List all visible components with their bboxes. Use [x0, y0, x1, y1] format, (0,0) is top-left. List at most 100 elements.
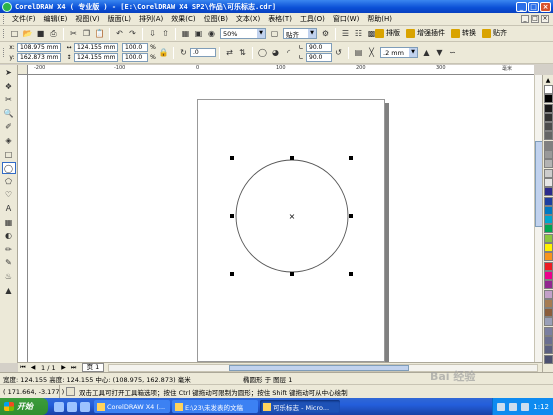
color-swatch[interactable] — [543, 280, 553, 290]
selection-handle[interactable] — [349, 156, 353, 160]
color-swatch[interactable] — [543, 205, 553, 215]
undo-icon[interactable]: ↶ — [114, 28, 125, 39]
menu-arrange[interactable]: 排列(A) — [135, 14, 167, 24]
convert-button[interactable]: 转换 — [448, 28, 479, 38]
app-launcher-icon[interactable]: ▦ — [180, 28, 191, 39]
pie-mode-icon[interactable]: ◕ — [270, 47, 281, 58]
end-angle-field[interactable]: 90.0 — [306, 53, 332, 62]
direction-icon[interactable]: ↺ — [333, 47, 344, 58]
color-swatch[interactable] — [543, 177, 553, 187]
property-bar-grip[interactable] — [3, 48, 6, 57]
last-page-icon[interactable]: ⏭ — [70, 364, 78, 372]
color-swatch[interactable] — [543, 336, 553, 346]
menu-help[interactable]: 帮助(H) — [363, 14, 396, 24]
ellipse-mode-icon[interactable]: ◯ — [257, 47, 268, 58]
selection-handle[interactable] — [290, 272, 294, 276]
scale-y-field[interactable]: 100.0 — [122, 53, 148, 62]
menu-layout[interactable]: 版面(L) — [104, 14, 135, 24]
drawing-canvas[interactable]: × — [28, 75, 534, 362]
mirror-horizontal-icon[interactable]: ⇄ — [224, 47, 235, 58]
welcome-icon[interactable]: ▣ — [193, 28, 204, 39]
color-swatch[interactable] — [543, 289, 553, 299]
taskbar-item-coreldraw[interactable]: CorelDRAW X4 (... — [94, 400, 170, 413]
clock[interactable]: 1:12 — [533, 403, 549, 411]
full-screen-icon[interactable]: ▢ — [269, 28, 280, 39]
interactive-blend-tool-icon[interactable]: ◐ — [2, 230, 16, 242]
start-angle-field[interactable]: 90.0 — [306, 43, 332, 52]
input-method-icon[interactable] — [521, 402, 530, 411]
snap-button[interactable]: 贴齐 — [479, 28, 510, 38]
horizontal-ruler[interactable]: -200 -100 0 100 200 300 毫米 — [28, 65, 534, 75]
outline-width-select[interactable]: .2 mm ▼ — [380, 47, 418, 58]
first-page-icon[interactable]: ⏮ — [19, 364, 27, 372]
new-icon[interactable]: □ — [9, 28, 20, 39]
color-swatch[interactable] — [543, 122, 553, 132]
wrap-text-icon[interactable]: ▤ — [353, 47, 364, 58]
color-swatch[interactable] — [543, 140, 553, 150]
enhance-plugin-button[interactable]: 增强插件 — [403, 28, 448, 38]
center-mark[interactable]: × — [289, 212, 296, 221]
selection-handle[interactable] — [349, 214, 353, 218]
paste-icon[interactable]: 📋 — [94, 28, 105, 39]
selection-handle[interactable] — [230, 156, 234, 160]
page-tab-1[interactable]: 页 1 — [81, 363, 105, 372]
selection-handle[interactable] — [349, 272, 353, 276]
print-icon[interactable]: ⎙ — [48, 28, 59, 39]
previous-page-icon[interactable]: ◀ — [29, 364, 37, 372]
interactive-fill-tool-icon[interactable]: ▲ — [2, 285, 16, 297]
width-field[interactable]: 124.155 mm — [74, 43, 118, 52]
color-swatch[interactable] — [543, 298, 553, 308]
color-swatch[interactable] — [543, 252, 553, 262]
selection-handle[interactable] — [230, 272, 234, 276]
menu-tools[interactable]: 工具(O) — [296, 14, 329, 24]
copy-icon[interactable]: ❐ — [81, 28, 92, 39]
to-front-icon[interactable]: ▲ — [421, 47, 432, 58]
horizontal-scroll-thumb[interactable] — [229, 364, 410, 371]
eyedropper-tool-icon[interactable]: ✏ — [2, 244, 16, 256]
table-tool-icon[interactable]: ▦ — [2, 217, 16, 229]
corel-online-icon[interactable]: ◉ — [206, 28, 217, 39]
color-swatch[interactable] — [543, 215, 553, 225]
color-swatch[interactable] — [543, 270, 553, 280]
palette-up-arrow-icon[interactable]: ▲ — [546, 77, 551, 85]
y-position-field[interactable]: 162.873 mm — [17, 53, 61, 62]
x-position-field[interactable]: 108.975 mm — [17, 43, 61, 52]
rectangle-tool-icon[interactable]: □ — [2, 149, 16, 161]
redo-icon[interactable]: ↷ — [127, 28, 138, 39]
basic-shapes-tool-icon[interactable]: ♡ — [2, 189, 16, 201]
color-swatch[interactable] — [543, 131, 553, 141]
color-swatch[interactable] — [543, 317, 553, 327]
color-swatch[interactable] — [543, 85, 553, 94]
rotation-angle-field[interactable]: .0 — [190, 48, 216, 57]
color-swatch[interactable] — [543, 150, 553, 160]
to-back-icon[interactable]: ▼ — [434, 47, 445, 58]
desktop-icon[interactable] — [54, 401, 64, 412]
distribute-icon[interactable]: ☷ — [353, 28, 364, 39]
lock-ratio-icon[interactable]: 🔒 — [158, 47, 169, 58]
vertical-ruler[interactable] — [18, 75, 28, 362]
menu-grip[interactable] — [3, 14, 6, 24]
menu-view[interactable]: 视图(V) — [71, 14, 103, 24]
convert-to-curves-icon[interactable]: ∽ — [447, 47, 458, 58]
menu-window[interactable]: 窗口(W) — [329, 14, 363, 24]
vertical-scrollbar[interactable] — [534, 75, 543, 362]
menu-table[interactable]: 表格(T) — [264, 14, 296, 24]
color-swatch[interactable] — [543, 159, 553, 169]
menu-bitmaps[interactable]: 位图(B) — [200, 14, 232, 24]
layout-button[interactable]: 排版 — [372, 28, 403, 38]
doc-minimize-button[interactable]: _ — [521, 15, 529, 23]
taskbar-item-folder[interactable]: E:\23\未发表的文稿 — [172, 400, 258, 413]
color-swatch[interactable] — [543, 345, 553, 355]
maximize-button[interactable]: □ — [528, 1, 539, 12]
menu-edit[interactable]: 编辑(E) — [40, 14, 72, 24]
scale-x-field[interactable]: 100.0 — [122, 43, 148, 52]
color-swatch[interactable] — [543, 224, 553, 234]
freehand-tool-icon[interactable]: ✐ — [2, 121, 16, 133]
color-swatch[interactable] — [543, 261, 553, 271]
rotate-icon[interactable]: ↻ — [178, 47, 189, 58]
volume-icon[interactable] — [509, 402, 518, 411]
color-swatch[interactable] — [543, 326, 553, 336]
zoom-level-select[interactable]: 50% ▼ — [220, 28, 266, 39]
taskbar-item-word[interactable]: 可乐标志 - Micro... — [260, 400, 340, 413]
doc-close-button[interactable]: × — [541, 15, 549, 23]
